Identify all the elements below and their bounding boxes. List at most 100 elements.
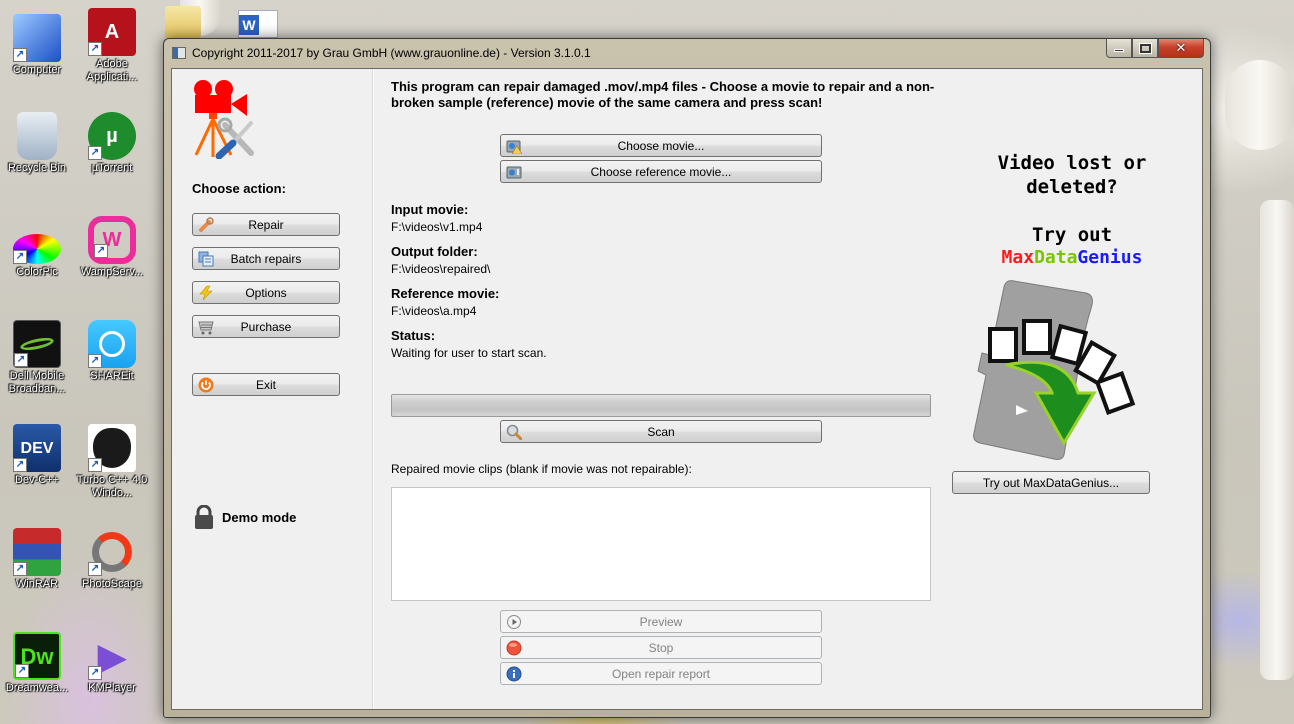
brand-part-max: Max xyxy=(1001,247,1035,268)
close-button[interactable]: ✕ xyxy=(1158,39,1204,58)
desktop-icon-label: Dev-C++ xyxy=(14,474,60,486)
intro-text: This program can repair damaged .mov/.mp… xyxy=(391,79,935,110)
shortcut-arrow-icon: ↗ xyxy=(13,48,27,62)
choose-movie-label: Choose movie... xyxy=(617,138,705,153)
desktop-icon-kmplayer[interactable]: ▶ ↗ KMPlayer xyxy=(75,632,149,695)
title-bar[interactable]: Copyright 2011-2017 by Grau GmbH (www.gr… xyxy=(164,39,1210,67)
shortcut-arrow-icon: ↗ xyxy=(88,562,102,576)
app-window: Copyright 2011-2017 by Grau GmbH (www.gr… xyxy=(163,38,1211,718)
promo-panel: Video lost or deleted? Try out MaxDataGe… xyxy=(942,69,1202,709)
shortcut-arrow-icon: ↗ xyxy=(94,244,108,258)
preview-button[interactable]: Preview xyxy=(500,610,822,633)
word-document-icon[interactable]: W xyxy=(238,10,278,38)
batch-repairs-button-label: Batch repairs xyxy=(230,251,302,266)
status-value: Waiting for user to start scan. xyxy=(391,346,547,360)
desktop-icon-recycle-bin[interactable]: Recycle Bin xyxy=(0,112,74,175)
options-button[interactable]: Options xyxy=(192,281,340,304)
camera-icon xyxy=(506,164,522,180)
desktop-icon-photoscape[interactable]: ↗ PhotoScape xyxy=(75,528,149,591)
desktop-icon-label: WampServ... xyxy=(80,266,144,278)
desktop-icon-label: Recycle Bin xyxy=(7,162,67,174)
shareit-icon: ↗ xyxy=(88,320,136,368)
shortcut-arrow-icon: ↗ xyxy=(88,146,102,160)
purchase-button-label: Purchase xyxy=(240,319,292,334)
open-repair-report-button[interactable]: Open repair report xyxy=(500,662,822,685)
scan-button-label: Scan xyxy=(647,424,675,439)
camera-warning-icon xyxy=(506,138,522,154)
main-panel: This program can repair damaged .mov/.mp… xyxy=(391,69,936,709)
swoosh-shape xyxy=(19,335,55,353)
cart-icon xyxy=(198,319,214,335)
try-maxdatagenius-label: Try out MaxDataGenius... xyxy=(982,475,1120,490)
minimize-button[interactable] xyxy=(1106,39,1132,58)
desktop-icon-colorpic[interactable]: ↗ ColorPic xyxy=(0,216,74,279)
photoscape-icon: ↗ xyxy=(88,528,136,576)
input-movie-value: F:\videos\v1.mp4 xyxy=(391,220,483,234)
window-client-area: Choose action: Repair Batch repairs Opti… xyxy=(171,68,1203,710)
repaired-clips-label: Repaired movie clips (blank if movie was… xyxy=(391,462,692,476)
desktop-icon-turbocpp[interactable]: ↗ Turbo C++ 4.0 Windo... xyxy=(75,424,149,500)
maximize-button[interactable] xyxy=(1132,39,1158,58)
kmplayer-glyph: ▶ xyxy=(98,635,126,677)
turbocpp-icon: ↗ xyxy=(88,424,136,472)
demo-mode-indicator: Demo mode xyxy=(194,505,296,529)
desktop-icon-dreamweaver[interactable]: Dw ↗ Dreamwea... xyxy=(0,632,74,695)
desktop-icon-shareit[interactable]: ↗ SHAREit xyxy=(75,320,149,383)
winrar-icon: ↗ xyxy=(13,528,61,576)
desktop-icon-computer[interactable]: ↗ Computer xyxy=(0,14,74,77)
desktop-icon-label: SHAREit xyxy=(90,370,134,382)
desktop-icon-label: Turbo C++ 4.0 Windo... xyxy=(76,474,148,499)
desktop-icon-utorrent[interactable]: µ ↗ µTorrent xyxy=(75,112,149,175)
open-repair-report-label: Open repair report xyxy=(611,666,711,681)
output-folder-value: F:\videos\repaired\ xyxy=(391,262,491,276)
shortcut-arrow-icon: ↗ xyxy=(88,354,102,368)
purchase-button[interactable]: Purchase xyxy=(192,315,340,338)
preview-button-label: Preview xyxy=(639,614,683,629)
scan-button[interactable]: Scan xyxy=(500,420,822,443)
dell-mobile-broadband-icon: ↗ xyxy=(13,320,61,368)
desktop-icon-devcpp[interactable]: DEV ↗ Dev-C++ xyxy=(0,424,74,487)
window-title: Copyright 2011-2017 by Grau GmbH (www.gr… xyxy=(192,46,591,60)
desktop-icon-label: µTorrent xyxy=(91,162,133,174)
promo-brand: MaxDataGenius xyxy=(942,246,1202,270)
utorrent-icon: µ ↗ xyxy=(88,112,136,160)
adobe-icon: A ↗ xyxy=(88,8,136,56)
desktop-icon-winrar[interactable]: ↗ WinRAR xyxy=(0,528,74,591)
folder-icon[interactable] xyxy=(165,6,201,38)
repair-button[interactable]: Repair xyxy=(192,213,340,236)
batch-repairs-button[interactable]: Batch repairs xyxy=(192,247,340,270)
choose-movie-button[interactable]: Choose movie... xyxy=(500,134,822,157)
stop-button[interactable]: Stop xyxy=(500,636,822,659)
devcpp-glyph: DEV xyxy=(20,439,54,457)
desktop-icon-dell-mobile-broadband[interactable]: ↗ Dell Mobile Broadban... xyxy=(0,320,74,396)
wrench-icon xyxy=(198,217,214,233)
exit-button-label: Exit xyxy=(255,377,276,392)
recycle-bin-icon xyxy=(17,112,57,160)
adobe-glyph: A xyxy=(104,20,120,43)
input-movie-label: Input movie: xyxy=(391,202,469,217)
desktop-icon-wampserver[interactable]: W ↗ WampServ... xyxy=(75,216,149,279)
promo-try-out: Try out xyxy=(1031,224,1113,246)
dreamweaver-icon: Dw ↗ xyxy=(13,632,61,680)
desktop-icon-adobe[interactable]: A ↗ Adobe Applicati... xyxy=(75,8,149,84)
desktop-icon-label: WinRAR xyxy=(15,578,59,590)
shortcut-arrow-icon: ↗ xyxy=(15,664,29,678)
try-maxdatagenius-button[interactable]: Try out MaxDataGenius... xyxy=(952,471,1150,494)
kmplayer-icon: ▶ ↗ xyxy=(88,632,136,680)
shareit-ring xyxy=(99,331,125,357)
shortcut-arrow-icon: ↗ xyxy=(88,666,102,680)
shortcut-arrow-icon: ↗ xyxy=(14,353,28,367)
repaired-clips-list[interactable] xyxy=(391,487,931,601)
desktop-icon-label: Computer xyxy=(12,64,62,76)
window-controls: ✕ xyxy=(1106,39,1204,58)
options-button-label: Options xyxy=(245,285,287,300)
data-recovery-illustration-icon xyxy=(973,280,1136,460)
power-icon xyxy=(198,377,214,393)
brand-part-data: Data xyxy=(1034,247,1078,268)
batch-icon xyxy=(198,251,214,267)
desktop-icon-label: Adobe Applicati... xyxy=(86,58,138,83)
exit-button[interactable]: Exit xyxy=(192,373,340,396)
output-folder-label: Output folder: xyxy=(391,244,478,259)
promo-headline-line2: deleted? xyxy=(1026,176,1118,198)
choose-reference-movie-button[interactable]: Choose reference movie... xyxy=(500,160,822,183)
